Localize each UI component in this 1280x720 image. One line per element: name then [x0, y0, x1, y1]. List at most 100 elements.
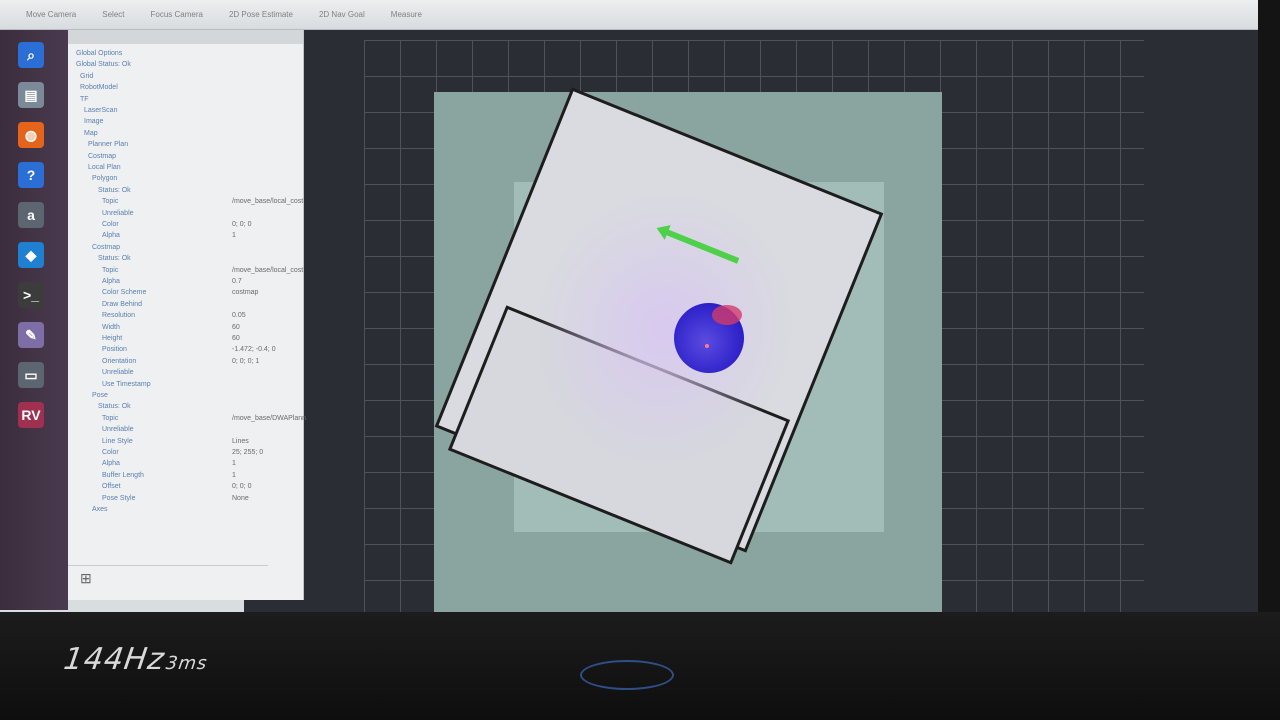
- display-row[interactable]: Color 0; 0; 0: [102, 219, 251, 230]
- display-row[interactable]: Unreliable: [102, 367, 134, 378]
- display-row-label: Local Plan: [88, 164, 121, 171]
- display-row-label: Pose Style: [102, 494, 136, 502]
- amazon-icon[interactable]: a: [18, 202, 44, 228]
- display-row[interactable]: Costmap: [88, 151, 116, 162]
- display-row[interactable]: Unreliable: [102, 424, 134, 435]
- display-row[interactable]: Status: Ok: [98, 401, 131, 412]
- terminal-icon[interactable]: >_: [18, 282, 44, 308]
- display-row[interactable]: Topic/move_base/local_cost: [102, 265, 303, 276]
- display-row[interactable]: LaserScan: [84, 105, 117, 116]
- display-row-value: 0; 0; 0; 1: [232, 357, 260, 365]
- display-row[interactable]: Planner Plan: [88, 139, 128, 150]
- display-row[interactable]: Pose Style None: [102, 493, 249, 504]
- display-row[interactable]: Buffer Length 1: [102, 470, 236, 481]
- workspace-icon[interactable]: ▭: [18, 362, 44, 388]
- toolbar-tool-3[interactable]: 2D Pose Estimate: [223, 8, 299, 21]
- display-row-label: Unreliable: [102, 369, 134, 377]
- toolbar-tool-0[interactable]: Move Camera: [20, 8, 82, 21]
- display-row[interactable]: Unreliable: [102, 208, 134, 219]
- display-row[interactable]: Height 60: [102, 333, 240, 344]
- display-row[interactable]: Global Status: Ok: [76, 59, 131, 70]
- display-row[interactable]: Color 25; 255; 0: [102, 447, 263, 458]
- toolbar-tool-1[interactable]: Select: [96, 8, 130, 21]
- display-row-value: /move_base/DWAPlann: [232, 414, 307, 422]
- display-row[interactable]: Local Plan: [88, 162, 121, 173]
- display-row-label: Map: [84, 129, 98, 137]
- display-row-label: Position: [102, 346, 127, 354]
- display-row[interactable]: Color Scheme costmap: [102, 287, 258, 298]
- display-row[interactable]: Map: [84, 128, 98, 139]
- display-row-label: Axes: [92, 506, 108, 513]
- search-icon[interactable]: ⌕: [18, 42, 44, 68]
- rviz-3d-view[interactable]: [244, 30, 1258, 668]
- display-row-label: Topic: [102, 266, 119, 274]
- display-row-label: LaserScan: [84, 107, 118, 114]
- robot-laser-marker: [712, 305, 742, 325]
- display-row[interactable]: Topic/move_base/local_cost: [102, 196, 303, 207]
- display-row-label: Image: [84, 118, 104, 126]
- display-row-label: Alpha: [102, 278, 120, 285]
- display-row-value: costmap: [232, 289, 259, 297]
- monitor-brand-label: 144Hz3ms: [62, 642, 211, 677]
- display-row-label: Pose: [92, 392, 108, 399]
- display-row-label: Planner Plan: [88, 141, 129, 149]
- display-row[interactable]: Costmap: [92, 242, 120, 253]
- firefox-icon[interactable]: ◍: [18, 122, 44, 148]
- display-row[interactable]: Alpha 1: [102, 230, 236, 241]
- display-row[interactable]: RobotModel: [80, 82, 118, 93]
- display-row[interactable]: Alpha 0.7: [102, 276, 242, 287]
- display-row[interactable]: Alpha 1: [102, 458, 236, 469]
- display-row[interactable]: Pose: [92, 390, 108, 401]
- display-row-value: None: [232, 494, 249, 502]
- rviz-toolbar: Move Camera Select Focus Camera 2D Pose Est…: [0, 0, 1258, 30]
- rviz-icon[interactable]: RV: [18, 402, 44, 428]
- display-row[interactable]: Line Style Lines: [102, 436, 249, 447]
- display-row-value: -1.472; -0.4; 0: [232, 346, 276, 354]
- display-row-value: 1: [232, 471, 236, 479]
- display-row-value: 0; 0; 0: [232, 483, 252, 491]
- display-row[interactable]: Topic/move_base/DWAPlann: [102, 413, 306, 424]
- display-row[interactable]: Global Options: [76, 48, 122, 59]
- display-row[interactable]: Position -1.472; -0.4; 0: [102, 344, 276, 355]
- display-row-value: 0; 0; 0: [232, 221, 252, 228]
- display-row-label: Use Timestamp: [102, 380, 151, 388]
- display-row-label: Color: [102, 449, 119, 456]
- display-row-label: Draw Behind: [102, 300, 143, 308]
- toolbar-tool-4[interactable]: 2D Nav Goal: [313, 8, 371, 21]
- display-row[interactable]: Axes: [92, 504, 108, 515]
- display-row-value: 25; 255; 0: [232, 449, 264, 456]
- display-row[interactable]: Polygon: [92, 173, 117, 184]
- panel-divider: [68, 565, 268, 566]
- display-row[interactable]: TF: [80, 94, 89, 105]
- display-row-label: Color: [102, 221, 119, 228]
- display-row[interactable]: Width 60: [102, 322, 240, 333]
- display-row[interactable]: Orientation 0; 0; 0; 1: [102, 356, 259, 367]
- vscode-icon[interactable]: ◆: [18, 242, 44, 268]
- display-row-label: Buffer Length: [102, 471, 144, 479]
- display-row[interactable]: Offset 0; 0; 0: [102, 481, 251, 492]
- display-row[interactable]: Use Timestamp: [102, 379, 151, 390]
- display-row-label: Topic: [102, 414, 119, 422]
- files-icon[interactable]: ▤: [18, 82, 44, 108]
- brand-refresh-rate: 144Hz: [61, 642, 168, 677]
- display-row[interactable]: Draw Behind: [102, 299, 142, 310]
- toolbar-tool-2[interactable]: Focus Camera: [144, 8, 208, 21]
- display-row[interactable]: Resolution 0.05: [102, 310, 246, 321]
- display-row-value: 60: [232, 335, 240, 342]
- display-row[interactable]: Status: Ok: [98, 185, 131, 196]
- display-row-value: 1: [232, 460, 236, 468]
- help-icon[interactable]: ?: [18, 162, 44, 188]
- display-row-label: Costmap: [88, 152, 117, 160]
- display-row[interactable]: Status: Ok: [98, 253, 131, 264]
- display-row-label: Status: Ok: [98, 255, 131, 263]
- display-row[interactable]: Image: [84, 116, 103, 127]
- editor-icon[interactable]: ✎: [18, 322, 44, 348]
- toolbar-tool-5[interactable]: Measure: [385, 8, 428, 21]
- monitor-logo: [580, 660, 674, 690]
- add-display-button[interactable]: ⊞: [80, 570, 92, 587]
- display-row[interactable]: Grid: [80, 71, 93, 82]
- display-row-label: Grid: [80, 72, 94, 80]
- launcher-bar: ⌕ ▤ ◍? a ◆ >_ ✎ ▭ RV: [0, 30, 68, 610]
- display-row-label: Global Status: Ok: [76, 61, 131, 69]
- display-row-label: Status: Ok: [98, 186, 131, 194]
